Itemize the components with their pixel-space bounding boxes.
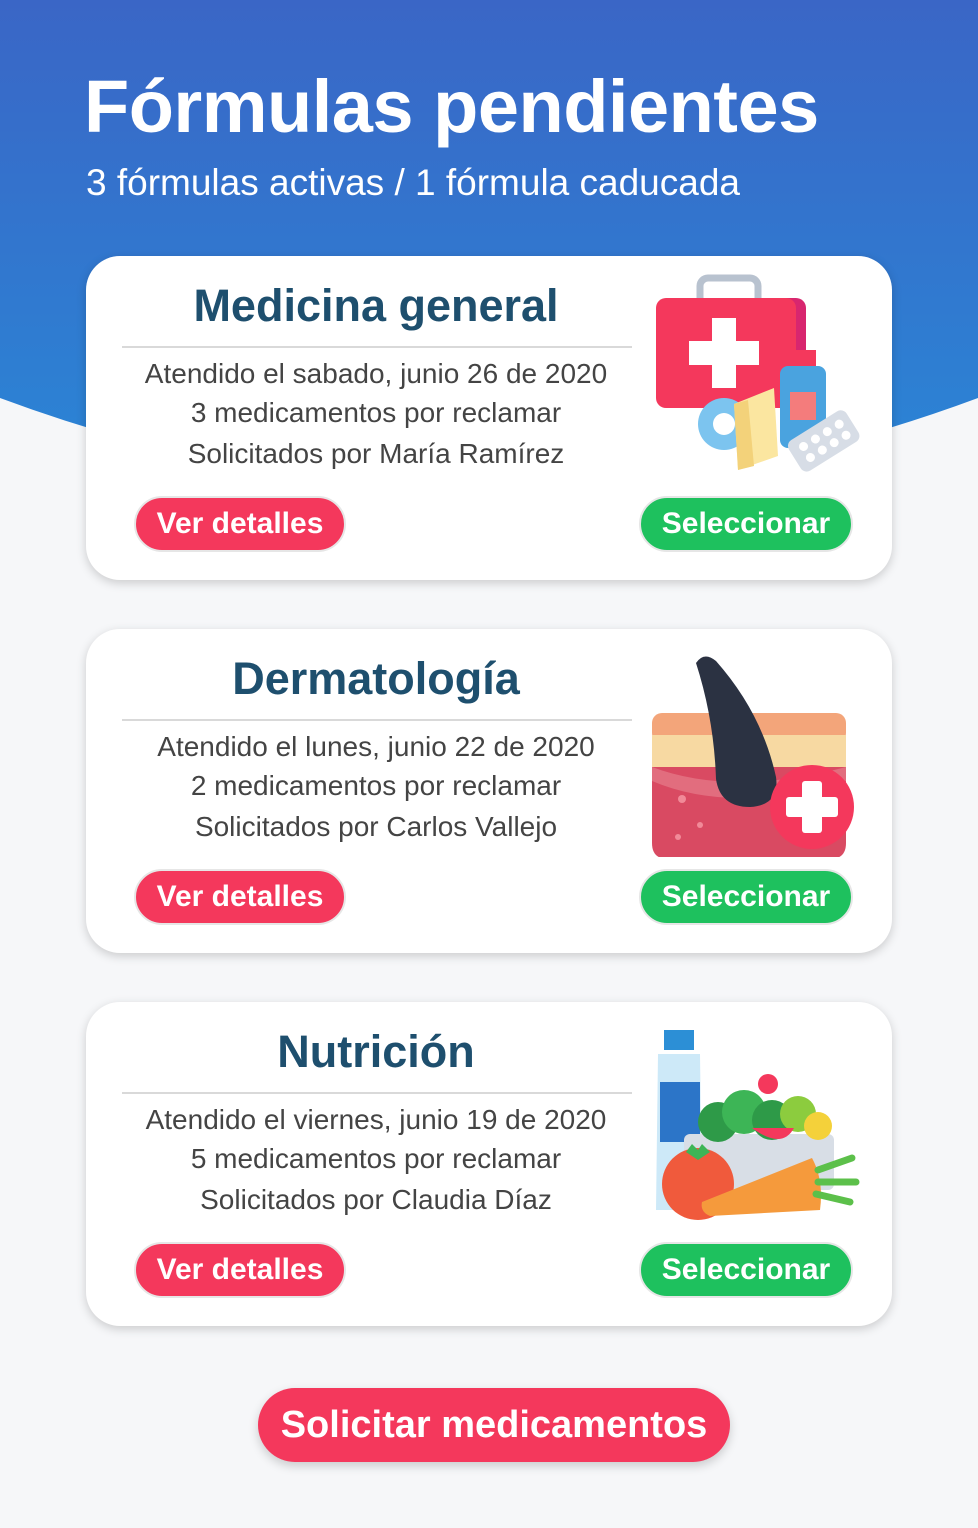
skin-hair-follicle-icon (652, 656, 854, 857)
view-details-button[interactable]: Ver detalles (134, 496, 346, 552)
prescription-card: Medicina general Atendido el sabado, jun… (86, 256, 892, 580)
card-date: Atendido el viernes, junio 19 de 2020 (145, 1104, 607, 1135)
healthy-food-icon (656, 1030, 860, 1220)
divider (122, 346, 632, 348)
card-requested-by: Solicitados por Carlos Vallejo (194, 811, 558, 842)
card-meds-count: 3 medicamentos por reclamar (190, 397, 562, 428)
divider (122, 1092, 632, 1094)
card-date: Atendido el sabado, junio 26 de 2020 (144, 358, 608, 389)
card-requested-by: Solicitados por María Ramírez (187, 438, 565, 469)
card-meds-count: 5 medicamentos por reclamar (190, 1143, 562, 1174)
prescription-card: Dermatología Atendido el lunes, junio 22… (86, 629, 892, 953)
card-requested-by: Solicitados por Claudia Díaz (200, 1184, 552, 1215)
view-details-button[interactable]: Ver detalles (134, 1242, 346, 1298)
page-title: Fórmulas pendientes (84, 65, 819, 148)
card-title: Medicina general (193, 280, 559, 331)
prescription-card: Nutrición Atendido el viernes, junio 19 … (86, 1002, 892, 1326)
divider (122, 719, 632, 721)
select-button[interactable]: Seleccionar (639, 869, 853, 925)
card-date: Atendido el lunes, junio 22 de 2020 (157, 731, 595, 762)
card-meds-count: 2 medicamentos por reclamar (190, 770, 562, 801)
request-medications-button[interactable]: Solicitar medicamentos (258, 1388, 730, 1462)
card-title: Dermatología (232, 653, 520, 704)
select-button[interactable]: Seleccionar (639, 496, 853, 552)
card-title: Nutrición (277, 1026, 475, 1077)
first-aid-kit-icon (656, 274, 860, 472)
page-subtitle: 3 fórmulas activas / 1 fórmula caducada (86, 162, 740, 203)
view-details-button[interactable]: Ver detalles (134, 869, 346, 925)
select-button[interactable]: Seleccionar (639, 1242, 853, 1298)
